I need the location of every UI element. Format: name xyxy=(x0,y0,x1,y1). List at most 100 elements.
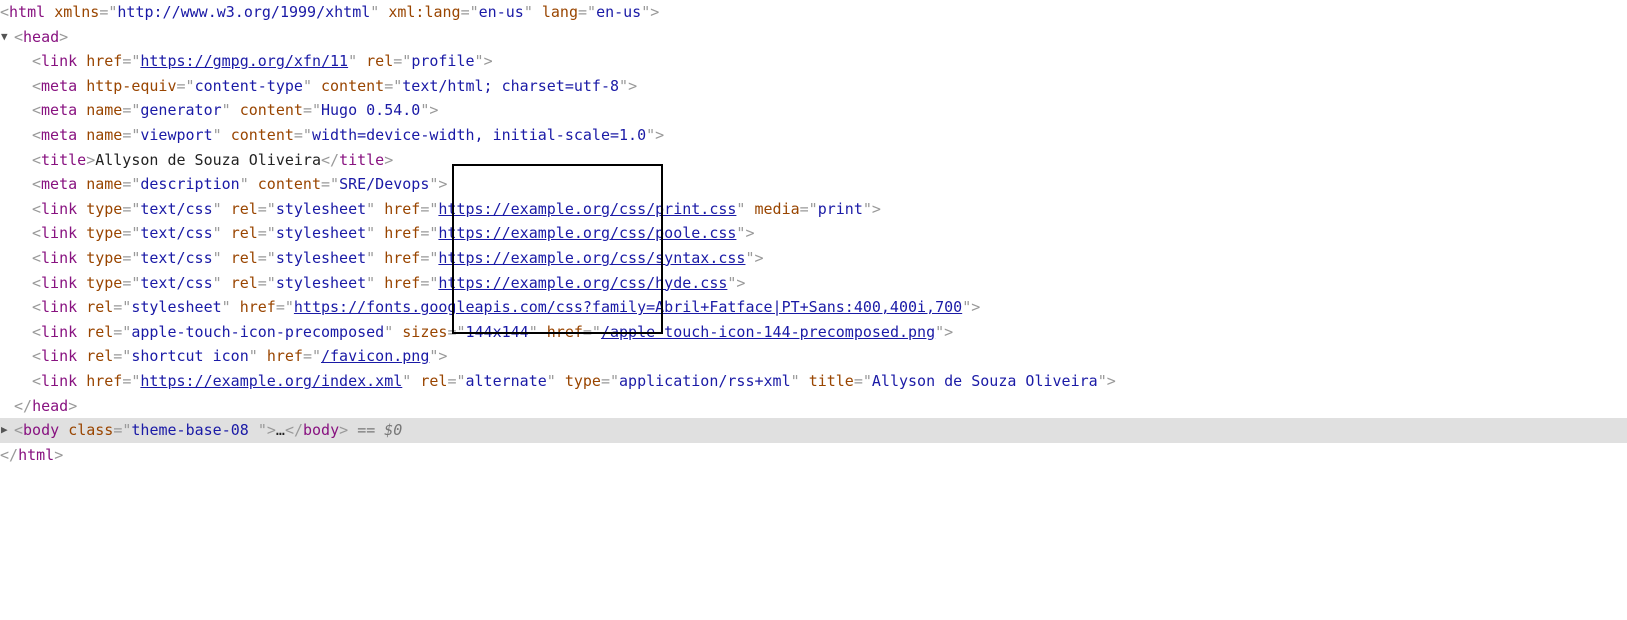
attribute-name: xml:lang xyxy=(388,3,461,21)
attribute-name: name xyxy=(86,101,123,120)
attribute-value: stylesheet xyxy=(275,273,367,292)
node-head-child[interactable]: <link rel="apple-touch-icon-precomposed"… xyxy=(0,320,1627,345)
node-head-child[interactable]: <link type="text/css" rel="stylesheet" h… xyxy=(0,271,1627,296)
attribute-name: sizes xyxy=(402,322,448,341)
node-head-child[interactable]: <meta http-equiv="content-type" content=… xyxy=(0,74,1627,99)
attribute-name: href xyxy=(384,199,421,218)
attribute-name: href xyxy=(546,322,583,341)
attribute-value: print xyxy=(817,199,863,218)
attribute-quote: " xyxy=(790,371,800,390)
node-head-child[interactable]: <title>Allyson de Souza Oliveira</title> xyxy=(0,148,1627,173)
tag-bracket: > xyxy=(745,224,755,243)
node-html-close[interactable]: </html> xyxy=(0,443,1627,468)
tag-bracket: > xyxy=(871,199,881,218)
node-head-child[interactable]: <link rel="stylesheet" href="https://fon… xyxy=(0,295,1627,320)
attribute-name: content xyxy=(239,101,303,120)
tag-bracket: > xyxy=(86,150,96,169)
node-head-child[interactable]: <link type="text/css" rel="stylesheet" h… xyxy=(0,246,1627,271)
attribute-quote: =" xyxy=(122,52,141,71)
attribute-value: en-us xyxy=(596,3,642,21)
attribute-value-link[interactable]: https://gmpg.org/xfn/11 xyxy=(140,52,348,70)
attribute-quote: " xyxy=(523,3,533,21)
attribute-quote: " xyxy=(248,347,258,366)
node-html-open[interactable]: <html xmlns="http://www.w3.org/1999/xhtm… xyxy=(0,0,1627,25)
attribute-value-link[interactable]: https://example.org/css/print.css xyxy=(438,200,736,218)
attribute-quote: =" xyxy=(460,3,479,21)
tag-bracket: > xyxy=(944,322,954,341)
attribute-value: text/css xyxy=(140,248,213,267)
node-head-child[interactable]: <meta name="generator" content="Hugo 0.5… xyxy=(0,98,1627,123)
node-body-selected[interactable]: ▶ <body class="theme-base-08 ">…</body> =… xyxy=(0,418,1627,443)
tag-bracket: < xyxy=(32,150,42,169)
tag-bracket: < xyxy=(32,298,42,317)
collapse-triangle-icon[interactable]: ▶ xyxy=(1,418,13,443)
attribute-quote: " xyxy=(212,248,222,267)
attribute-value: stylesheet xyxy=(275,199,367,218)
attribute-value-link[interactable]: https://example.org/css/syntax.css xyxy=(438,249,745,267)
tag-bracket: < xyxy=(32,224,42,243)
attribute-value: SRE/Devops xyxy=(339,175,430,194)
attribute-value-link[interactable]: /favicon.png xyxy=(321,347,429,365)
attribute-value: apple-touch-icon-precomposed xyxy=(131,322,385,341)
attribute-quote: " xyxy=(1097,371,1107,390)
attribute-name: rel xyxy=(230,248,258,267)
attribute-quote: " xyxy=(366,248,376,267)
attribute-quote: =" xyxy=(447,371,466,390)
tag-name: title xyxy=(41,150,87,169)
tag-name: link xyxy=(41,248,78,267)
collapsed-ellipsis[interactable]: … xyxy=(276,421,285,439)
attribute-value-link[interactable]: https://fonts.googleapis.com/css?family=… xyxy=(294,298,962,316)
attribute-quote: =" xyxy=(293,125,312,144)
attribute-quote: =" xyxy=(393,52,412,71)
tag-name: body xyxy=(303,421,340,440)
attribute-value: application/rss+xml xyxy=(619,371,791,390)
tag-bracket: > xyxy=(54,445,64,464)
attribute-quote: " xyxy=(370,3,380,21)
attribute-value: stylesheet xyxy=(131,298,222,317)
node-head-close[interactable]: </head> xyxy=(0,394,1627,419)
attribute-value: stylesheet xyxy=(275,248,367,267)
node-head-child[interactable]: <link type="text/css" rel="stylesheet" h… xyxy=(0,221,1627,246)
node-head-child[interactable]: <link href="https://gmpg.org/xfn/11" rel… xyxy=(0,49,1627,74)
attribute-value-link[interactable]: https://example.org/css/poole.css xyxy=(438,224,736,242)
attribute-name: rel xyxy=(420,371,448,390)
attribute-name: href xyxy=(384,224,421,243)
attribute-value-link[interactable]: /apple-touch-icon-144-precomposed.png xyxy=(601,323,935,341)
attribute-quote: " xyxy=(212,273,222,292)
expand-triangle-icon[interactable]: ▼ xyxy=(1,25,13,50)
attribute-value-link[interactable]: https://example.org/css/hyde.css xyxy=(438,274,727,292)
node-head-child[interactable]: <link type="text/css" rel="stylesheet" h… xyxy=(0,197,1627,222)
attribute-quote: =" xyxy=(122,125,141,144)
attribute-value: content-type xyxy=(194,76,303,95)
tag-name: link xyxy=(41,347,78,366)
node-head-child[interactable]: <link href="https://example.org/index.xm… xyxy=(0,369,1627,394)
attribute-quote: " xyxy=(641,3,651,21)
attribute-quote: =" xyxy=(113,421,132,440)
node-head-child[interactable]: <link rel="shortcut icon" href="/favicon… xyxy=(0,344,1627,369)
attribute-name: href xyxy=(384,248,421,267)
tag-bracket: < xyxy=(32,125,42,144)
tag-bracket: > xyxy=(655,125,665,144)
tag-name: html xyxy=(18,445,55,464)
node-head-child[interactable]: <meta name="viewport" content="width=dev… xyxy=(0,123,1627,148)
attribute-value-link[interactable]: https://example.org/index.xml xyxy=(140,372,402,390)
node-head-child[interactable]: <meta name="description" content="SRE/De… xyxy=(0,172,1627,197)
attribute-quote: =" xyxy=(113,298,132,317)
tag-bracket: < xyxy=(32,199,42,218)
attribute-quote: =" xyxy=(113,347,132,366)
attribute-quote: " xyxy=(402,371,412,390)
node-head-open[interactable]: ▼ <head> xyxy=(0,25,1627,50)
attribute-value: 144x144 xyxy=(465,322,529,341)
attribute-value: shortcut icon xyxy=(131,347,249,366)
